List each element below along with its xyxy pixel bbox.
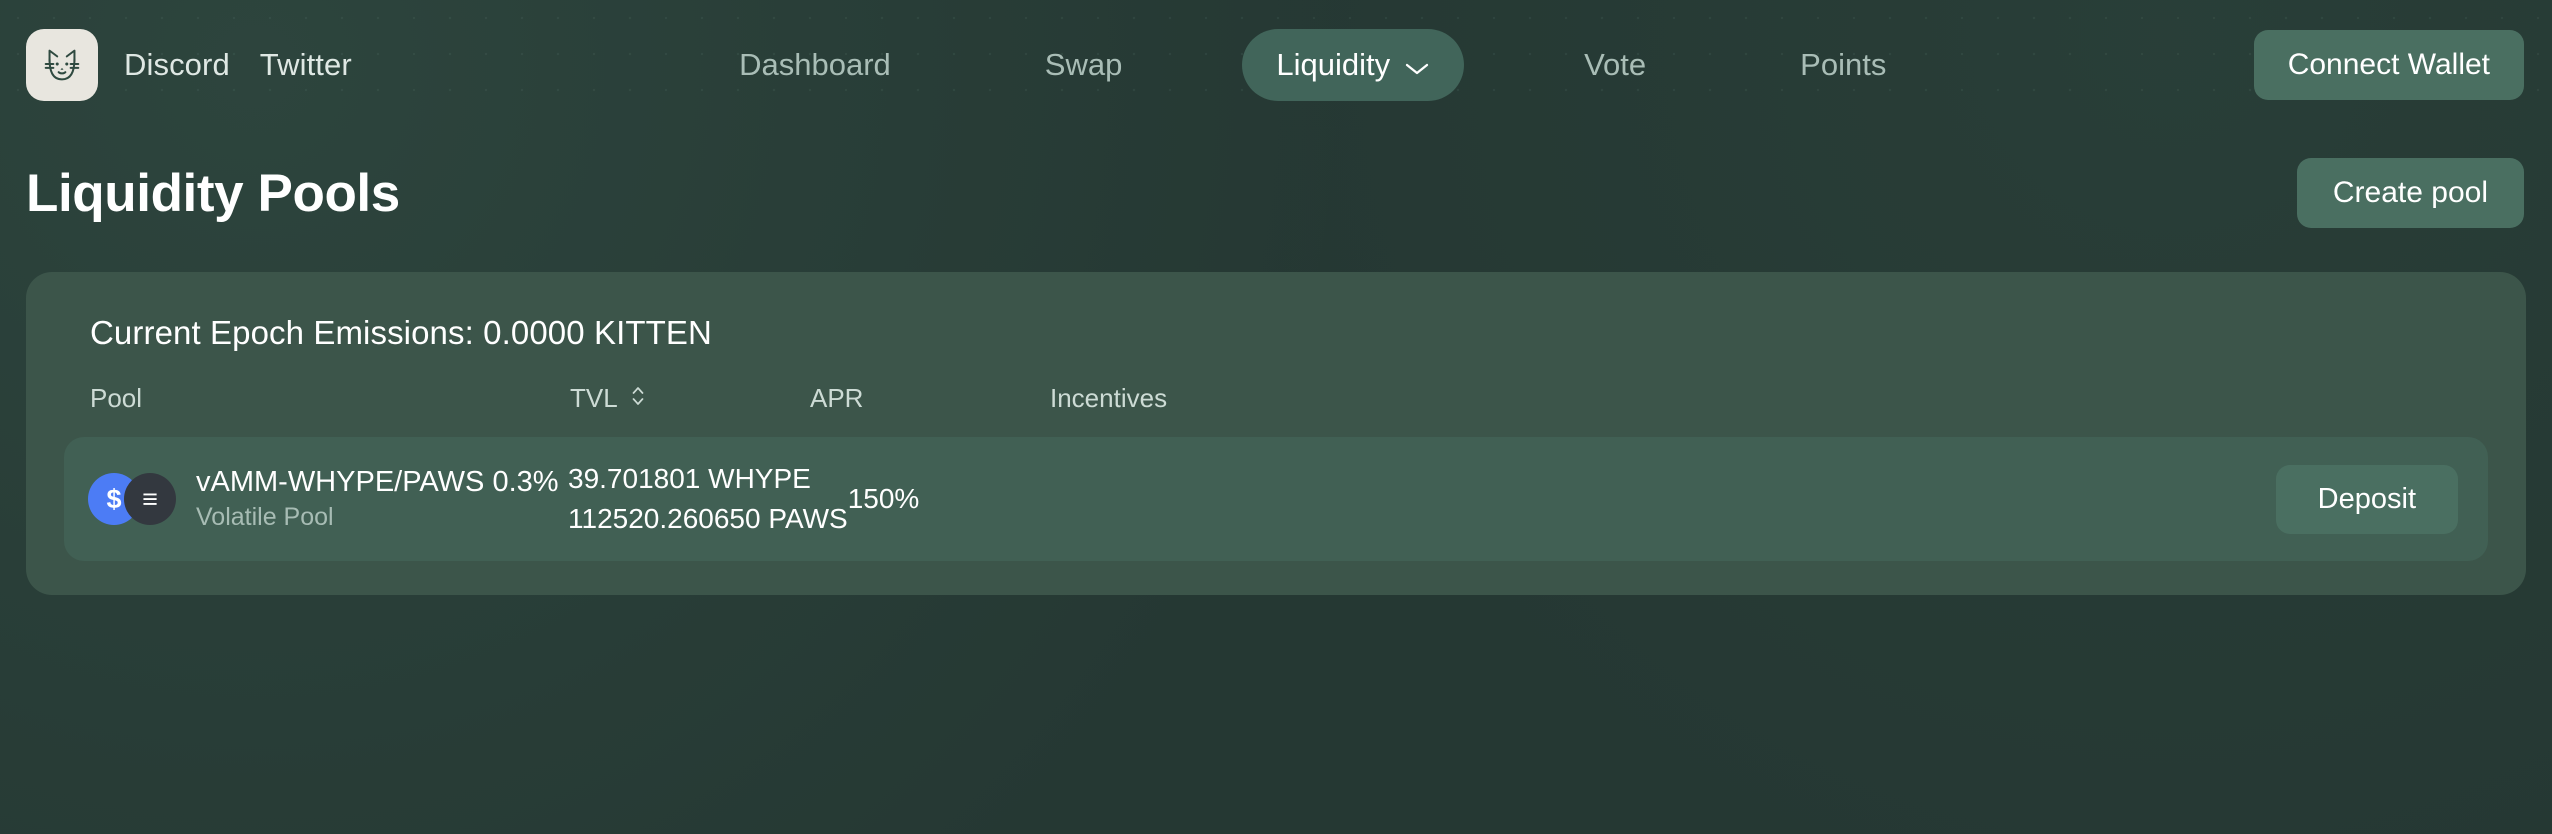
pool-apr: 150% bbox=[847, 483, 920, 514]
pool-tvl-line-1: 39.701801 WHYPE bbox=[568, 463, 811, 494]
pool-action: Deposit bbox=[2238, 464, 2458, 534]
social-link-discord[interactable]: Discord bbox=[124, 47, 230, 83]
current-epoch-emissions: Current Epoch Emissions: 0.0000 KITTEN bbox=[90, 314, 712, 351]
chevron-down-icon bbox=[1404, 49, 1430, 85]
column-header-pool: Pool bbox=[90, 383, 143, 413]
main-nav: Dashboard Swap Liquidity Vote Points bbox=[412, 29, 2214, 101]
pools-table-header: Pool TVL APR Incentives bbox=[90, 382, 2488, 415]
brand-group: Discord Twitter bbox=[26, 29, 352, 101]
nav-label-vote: Vote bbox=[1584, 47, 1647, 82]
nav-item-points[interactable]: Points bbox=[1766, 31, 1920, 99]
pool-text: vAMM-WHYPE/PAWS 0.3% Volatile Pool bbox=[196, 466, 559, 532]
page-title: Liquidity Pools bbox=[26, 163, 400, 223]
nav-item-dashboard[interactable]: Dashboard bbox=[705, 31, 925, 99]
nav-label-points: Points bbox=[1800, 47, 1887, 82]
social-link-twitter[interactable]: Twitter bbox=[260, 47, 352, 83]
pool-tvl-line-2: 112520.260650 PAWS bbox=[568, 503, 848, 534]
create-pool-button[interactable]: Create pool bbox=[2296, 158, 2524, 228]
column-header-tvl-label: TVL bbox=[570, 383, 618, 413]
top-header: Discord Twitter Dashboard Swap Liquidity… bbox=[0, 0, 2552, 130]
sort-updown-icon bbox=[630, 384, 646, 415]
app-logo[interactable] bbox=[26, 29, 98, 101]
nav-label-liquidity: Liquidity bbox=[1276, 47, 1391, 82]
nav-item-vote[interactable]: Vote bbox=[1550, 31, 1680, 99]
connect-wallet-button[interactable]: Connect Wallet bbox=[2253, 30, 2524, 100]
pool-type: Volatile Pool bbox=[196, 503, 334, 531]
column-header-apr: APR bbox=[810, 383, 864, 413]
pool-tvl: 39.701801 WHYPE 112520.260650 PAWS bbox=[568, 463, 848, 535]
table-row[interactable]: $ ≡ vAMM-WHYPE/PAWS 0.3% Volatile Pool 3… bbox=[64, 437, 2488, 561]
nav-label-swap: Swap bbox=[1044, 47, 1123, 82]
pools-card: Current Epoch Emissions: 0.0000 KITTEN P… bbox=[26, 272, 2526, 595]
pool-identity: $ ≡ vAMM-WHYPE/PAWS 0.3% Volatile Pool bbox=[88, 466, 568, 532]
token-pair-icons: $ ≡ bbox=[88, 473, 176, 525]
bars-token-icon: ≡ bbox=[124, 473, 176, 525]
social-links: Discord Twitter bbox=[124, 47, 352, 83]
cat-face-icon bbox=[39, 42, 85, 88]
column-header-incentives: Incentives bbox=[1050, 383, 1168, 413]
nav-label-dashboard: Dashboard bbox=[739, 47, 891, 82]
nav-item-liquidity[interactable]: Liquidity bbox=[1242, 29, 1465, 101]
deposit-button[interactable]: Deposit bbox=[2275, 464, 2458, 534]
column-header-tvl[interactable]: TVL bbox=[570, 382, 810, 415]
pool-name: vAMM-WHYPE/PAWS 0.3% bbox=[196, 466, 559, 498]
page-title-row: Liquidity Pools Create pool bbox=[0, 158, 2552, 228]
nav-item-swap[interactable]: Swap bbox=[1011, 31, 1157, 99]
